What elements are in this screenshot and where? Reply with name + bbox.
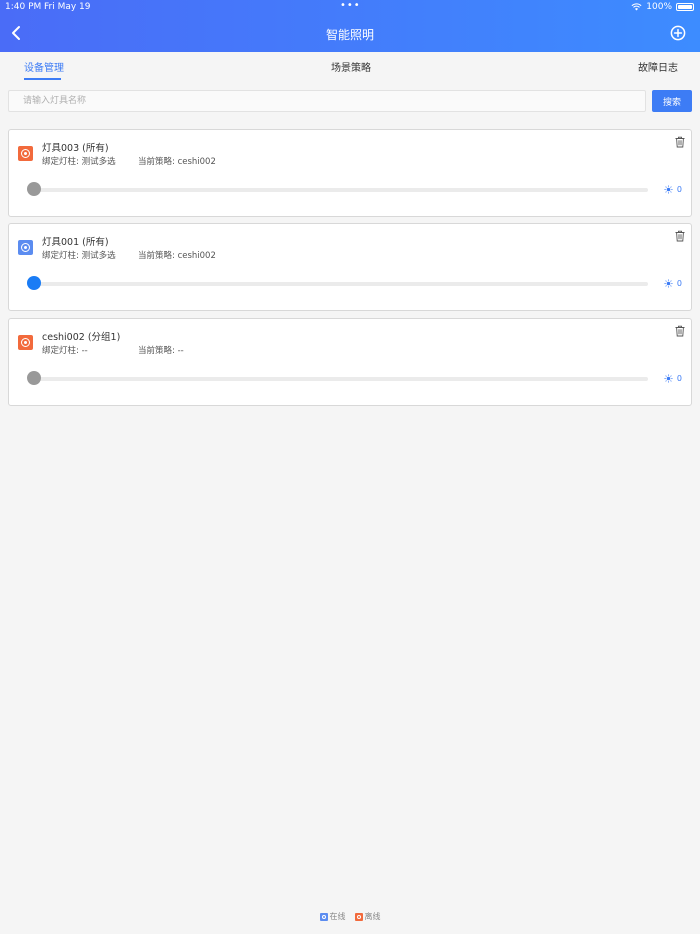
active-tab-indicator (24, 78, 61, 80)
brightness-value: 0 (664, 374, 682, 383)
lamp-icon (18, 146, 33, 161)
device-strategy: 当前策略: ceshi002 (138, 157, 216, 167)
tab-device-management[interactable]: 设备管理 (24, 59, 64, 74)
status-legend: 在线 离线 (0, 911, 700, 922)
device-strategy: 当前策略: ceshi002 (138, 251, 216, 261)
sun-icon (664, 279, 673, 288)
brightness-value: 0 (664, 279, 682, 288)
tab-bar: 设备管理 场景策略 故障日志 (0, 52, 700, 82)
search-input[interactable] (8, 90, 646, 112)
device-pole: 绑定灯柱: -- (42, 346, 88, 356)
trash-icon[interactable] (674, 136, 686, 148)
device-card: 灯具003 (所有) 绑定灯柱: 测试多选 当前策略: ceshi002 0 (8, 129, 692, 217)
legend-online: 在线 (319, 911, 346, 922)
tab-scene-strategy[interactable]: 场景策略 (331, 59, 371, 74)
device-strategy: 当前策略: -- (138, 346, 184, 356)
brightness-slider-track[interactable] (34, 377, 648, 381)
online-swatch-icon (319, 912, 328, 921)
device-name: 灯具003 (所有) (42, 143, 109, 154)
status-indicators: 100% (631, 2, 694, 12)
trash-icon[interactable] (674, 325, 686, 337)
app-header: 1:40 PM Fri May 19 ••• 100% 智能照明 (0, 0, 700, 52)
wifi-icon (631, 3, 642, 11)
battery-percent: 100% (646, 2, 672, 12)
status-time: 1:40 PM (5, 2, 42, 12)
brightness-slider-track[interactable] (34, 282, 648, 286)
status-bar: 1:40 PM Fri May 19 ••• 100% (0, 0, 700, 14)
battery-icon (676, 3, 694, 11)
legend-offline: 离线 (354, 911, 381, 922)
brightness-number: 0 (676, 374, 682, 383)
device-pole: 绑定灯柱: 测试多选 (42, 157, 116, 167)
device-name: 灯具001 (所有) (42, 237, 109, 248)
device-card: ceshi002 (分组1) 绑定灯柱: -- 当前策略: -- 0 (8, 318, 692, 406)
offline-swatch-icon (354, 912, 363, 921)
legend-online-label: 在线 (329, 912, 346, 921)
device-name: ceshi002 (分组1) (42, 332, 121, 343)
brightness-value: 0 (664, 185, 682, 194)
brightness-number: 0 (676, 185, 682, 194)
device-card: 灯具001 (所有) 绑定灯柱: 测试多选 当前策略: ceshi002 0 (8, 223, 692, 311)
brightness-slider-thumb[interactable] (27, 276, 41, 290)
legend-offline-label: 离线 (364, 912, 381, 921)
sun-icon (664, 185, 673, 194)
brightness-slider-track[interactable] (34, 188, 648, 192)
lamp-icon (18, 240, 33, 255)
lamp-icon (18, 335, 33, 350)
search-button[interactable]: 搜索 (652, 90, 692, 112)
status-date: Fri May 19 (44, 2, 91, 12)
device-pole: 绑定灯柱: 测试多选 (42, 251, 116, 261)
plus-circle-icon[interactable] (670, 25, 686, 41)
trash-icon[interactable] (674, 230, 686, 242)
page-title: 智能照明 (325, 28, 374, 42)
multitask-dots[interactable]: ••• (340, 0, 361, 11)
brightness-slider-thumb[interactable] (27, 371, 41, 385)
brightness-slider-thumb[interactable] (27, 182, 41, 196)
tab-fault-log[interactable]: 故障日志 (638, 59, 678, 74)
brightness-number: 0 (676, 279, 682, 288)
sun-icon (664, 374, 673, 383)
